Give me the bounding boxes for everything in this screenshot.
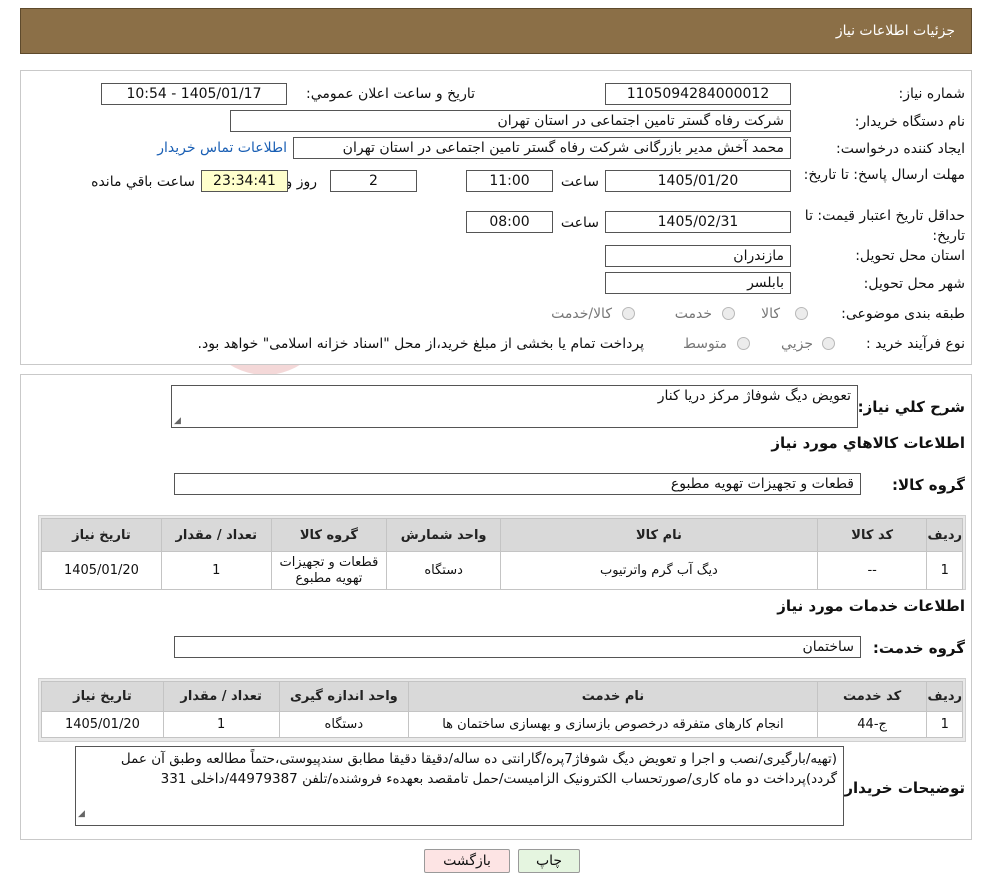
services-cell-unit: دستگاه bbox=[278, 711, 410, 738]
goods-cell-qty: 1 bbox=[160, 551, 272, 590]
process-label: نوع فرآیند خرید : bbox=[866, 336, 965, 352]
goods-col-code: کد کالا bbox=[816, 518, 928, 552]
services-col-name: نام خدمت bbox=[408, 681, 818, 712]
goods-group-field: قطعات و تجهیزات تهویه مطبوع bbox=[174, 473, 861, 495]
services-cell-qty: 1 bbox=[162, 711, 280, 738]
buyer-notes-field: (تهیه/بارگیری/نصب و اجرا و تعویض دیگ شوف… bbox=[75, 746, 844, 826]
category-option-goods-service: کالا/خدمت bbox=[551, 306, 612, 322]
requester-label: ایجاد کننده درخواست: bbox=[836, 141, 965, 157]
goods-col-name: نام کالا bbox=[499, 518, 818, 552]
services-col-qty: تعداد / مقدار bbox=[162, 681, 280, 712]
services-cell-name: انجام کارهای متفرقه درخصوص بازسازی و بهس… bbox=[408, 711, 818, 738]
goods-cell-name: دیگ آب گرم واترتیوب bbox=[499, 551, 818, 590]
process-radio-medium[interactable] bbox=[737, 337, 750, 350]
services-section-title: اطلاعات خدمات مورد نياز bbox=[777, 597, 965, 615]
buyer-notes-text: (تهیه/بارگیری/نصب و اجرا و تعویض دیگ شوف… bbox=[120, 751, 837, 787]
validity-date-field: 1405/02/31 bbox=[605, 211, 791, 233]
page-title: جزئیات اطلاعات نیاز bbox=[835, 23, 955, 39]
goods-col-qty: تعداد / مقدار bbox=[160, 518, 272, 552]
city-field: بابلسر bbox=[605, 272, 791, 294]
goods-col-date: تاریخ نیاز bbox=[41, 518, 162, 552]
services-cell-row: 1 bbox=[926, 711, 963, 738]
process-note: پرداخت تمام یا بخشی از مبلغ خرید،از محل … bbox=[197, 336, 644, 352]
buyer-notes-label: توضیحات خریدار: bbox=[838, 779, 965, 797]
category-radio-goods-service[interactable] bbox=[622, 307, 635, 320]
goods-col-unit: واحد شمارش bbox=[386, 518, 501, 552]
goods-cell-group: قطعات و تجهیزات تهویه مطبوع bbox=[270, 551, 388, 590]
summary-text: تعویض دیگ شوفاژ مرکز دریا کنار bbox=[657, 388, 851, 404]
category-option-service: خدمت bbox=[674, 306, 712, 322]
requester-field: محمد آخش مدیر بازرگانی شرکت رفاه گستر تا… bbox=[293, 137, 791, 159]
table-row: 1 ج-44 انجام کارهای متفرقه درخصوص بازساز… bbox=[41, 711, 963, 738]
goods-cell-date: 1405/01/20 bbox=[41, 551, 162, 590]
remaining-time-label: ساعت باقي مانده bbox=[91, 174, 195, 190]
summary-label: شرح كلي نياز: bbox=[857, 398, 965, 416]
process-option-medium: متوسط bbox=[683, 336, 727, 352]
table-row: 1 -- دیگ آب گرم واترتیوب دستگاه قطعات و … bbox=[41, 551, 963, 590]
services-col-row: ردیف bbox=[926, 681, 963, 712]
deadline-label: مهلت ارسال پاسخ: تا تاریخ: bbox=[803, 167, 965, 183]
services-table: ردیف کد خدمت نام خدمت واحد اندازه گیری ت… bbox=[41, 681, 963, 738]
announce-datetime-field: 1405/01/17 - 10:54 bbox=[101, 83, 287, 105]
deadline-days-label: روز و bbox=[285, 174, 318, 190]
goods-group-label: گروه کالا: bbox=[892, 476, 965, 494]
page-header: جزئیات اطلاعات نیاز bbox=[20, 8, 972, 54]
goods-cell-unit: دستگاه bbox=[386, 551, 501, 590]
validity-time-label: ساعت bbox=[560, 215, 599, 231]
category-option-goods: کالا bbox=[761, 306, 780, 322]
goods-cell-row: 1 bbox=[926, 551, 963, 590]
services-col-code: کد خدمت bbox=[816, 681, 928, 712]
summary-field: تعویض دیگ شوفاژ مرکز دریا کنار ◢ bbox=[171, 385, 858, 428]
buyer-org-label: نام دستگاه خریدار: bbox=[854, 114, 965, 130]
services-group-field: ساختمان bbox=[174, 636, 861, 658]
deadline-time-label: ساعت bbox=[560, 174, 599, 190]
resize-handle-icon[interactable]: ◢ bbox=[78, 804, 85, 824]
goods-cell-code: -- bbox=[816, 551, 928, 590]
resize-handle-icon[interactable]: ◢ bbox=[174, 416, 181, 426]
province-label: استان محل تحویل: bbox=[855, 248, 965, 264]
need-number-field: 1105094284000012 bbox=[605, 83, 791, 105]
process-option-minor: جزیي bbox=[781, 336, 813, 352]
goods-col-row: ردیف bbox=[926, 518, 963, 552]
deadline-time-field: 11:00 bbox=[466, 170, 553, 192]
goods-col-group: گروه کالا bbox=[270, 518, 388, 552]
services-col-unit: واحد اندازه گیری bbox=[278, 681, 410, 712]
category-radio-goods[interactable] bbox=[795, 307, 808, 320]
buyer-contact-link[interactable]: اطلاعات تماس خریدار bbox=[157, 140, 287, 156]
services-group-label: گروه خدمت: bbox=[872, 639, 965, 657]
need-number-label: شماره نیاز: bbox=[898, 86, 966, 102]
validity-time-field: 08:00 bbox=[466, 211, 553, 233]
announce-datetime-label: تاریخ و ساعت اعلان عمومي: bbox=[306, 86, 475, 102]
deadline-days-field: 2 bbox=[330, 170, 417, 192]
city-label: شهر محل تحویل: bbox=[863, 276, 965, 292]
validity-label: حداقل تاریخ اعتبار قیمت: تا تاریخ: bbox=[804, 208, 965, 244]
back-button[interactable]: بازگشت bbox=[424, 849, 510, 873]
goods-section-title: اطلاعات كالاهاي مورد نياز bbox=[771, 434, 965, 452]
remaining-time-field: 23:34:41 bbox=[201, 170, 288, 192]
goods-table: ردیف کد کالا نام کالا واحد شمارش گروه کا… bbox=[41, 518, 963, 590]
services-cell-date: 1405/01/20 bbox=[41, 711, 164, 738]
deadline-date-field: 1405/01/20 bbox=[605, 170, 791, 192]
category-radio-service[interactable] bbox=[722, 307, 735, 320]
category-label: طبقه بندی موضوعی: bbox=[841, 306, 965, 322]
buyer-org-field: شرکت رفاه گستر تامین اجتماعی در استان ته… bbox=[230, 110, 791, 132]
services-col-date: تاریخ نیاز bbox=[41, 681, 164, 712]
services-cell-code: ج-44 bbox=[816, 711, 928, 738]
process-radio-minor[interactable] bbox=[822, 337, 835, 350]
province-field: مازندران bbox=[605, 245, 791, 267]
print-button[interactable]: چاپ bbox=[518, 849, 580, 873]
